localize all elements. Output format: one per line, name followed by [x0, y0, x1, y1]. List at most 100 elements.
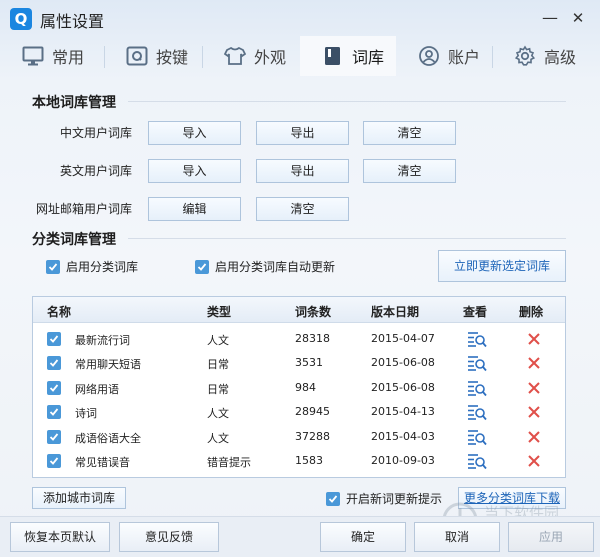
add-city-dictionary-button[interactable]: 添加城市词库	[32, 487, 126, 509]
cell-count: 3531	[295, 356, 323, 370]
row-checkbox[interactable]	[47, 454, 61, 468]
row-label-url-email: 网址邮箱用户词库	[35, 202, 132, 216]
dictionary-table: 名称 类型 词条数 版本日期 查看 删除 最新流行词 人文 28318 2015-04…	[32, 296, 566, 478]
export-chinese-button[interactable]: 导出	[256, 121, 349, 145]
clear-chinese-button[interactable]: 清空	[363, 121, 456, 145]
row-checkbox[interactable]	[47, 405, 61, 420]
cell-name: 网络用语	[75, 382, 119, 396]
col-name: 名称	[47, 305, 72, 319]
table-row[interactable]: 网络用语 日常 984 2015-06-08	[33, 376, 565, 400]
table-row[interactable]: 诗词 人文 28945 2015-04-13	[33, 400, 565, 424]
tab-advanced[interactable]: 高级	[492, 36, 600, 76]
cell-type: 日常	[207, 358, 229, 372]
delete-icon[interactable]	[527, 332, 541, 346]
cell-date: 2015-04-03	[371, 429, 435, 443]
ok-button[interactable]: 确定	[320, 522, 406, 552]
feedback-button[interactable]: 意见反馈	[119, 522, 219, 552]
tab-keys[interactable]: 按键	[104, 36, 202, 76]
view-icon[interactable]	[467, 452, 487, 470]
book-icon	[322, 45, 344, 67]
enable-category-checkbox[interactable]: 启用分类词库	[46, 258, 138, 275]
checkbox-checked-icon	[46, 259, 60, 274]
cell-date: 2010-09-03	[371, 454, 435, 467]
cancel-button[interactable]: 取消	[414, 522, 500, 552]
import-chinese-button[interactable]: 导入	[148, 121, 241, 145]
gear-icon	[514, 45, 536, 67]
close-button[interactable]: ✕	[568, 8, 588, 28]
tab-bar: 常用 按键 外观 词库 账户 高级	[0, 36, 600, 76]
section-title-local: 本地词库管理	[32, 95, 116, 111]
row-checkbox[interactable]	[47, 356, 61, 371]
checkbox-checked-icon	[326, 491, 340, 506]
table-row[interactable]: 常见错误音 错音提示 1583 2010-09-03	[33, 449, 565, 473]
col-view: 查看	[463, 305, 488, 319]
app-logo: Q	[10, 8, 32, 30]
tab-label: 外观	[254, 48, 287, 67]
delete-icon[interactable]	[527, 430, 541, 444]
tab-general[interactable]: 常用	[0, 36, 104, 76]
view-icon[interactable]	[467, 403, 487, 421]
cell-name: 常用聊天短语	[75, 358, 141, 372]
delete-icon[interactable]	[527, 454, 541, 468]
tab-appearance[interactable]: 外观	[202, 36, 300, 76]
cell-name: 诗词	[75, 407, 97, 421]
section-title-category: 分类词库管理	[32, 232, 116, 248]
cell-count: 37288	[295, 429, 330, 443]
checkbox-label: 启用分类词库自动更新	[215, 260, 336, 274]
auto-update-checkbox[interactable]: 启用分类词库自动更新	[195, 258, 335, 275]
cell-type: 日常	[207, 382, 229, 396]
cell-name: 常见错误音	[75, 456, 130, 469]
tshirt-icon	[224, 45, 246, 67]
clear-english-button[interactable]: 清空	[363, 159, 456, 183]
cell-type: 人文	[207, 334, 229, 347]
view-icon[interactable]	[467, 330, 487, 348]
cell-date: 2015-06-08	[371, 356, 435, 370]
apply-button[interactable]: 应用	[508, 522, 594, 552]
clear-url-email-button[interactable]: 清空	[256, 197, 349, 221]
tab-dictionary[interactable]: 词库	[300, 36, 396, 76]
cell-count: 28945	[295, 405, 330, 419]
checkbox-label: 开启新词更新提示	[346, 492, 443, 506]
view-icon[interactable]	[467, 354, 487, 372]
tab-label: 按键	[156, 48, 189, 67]
cell-name: 成语俗语大全	[75, 431, 141, 445]
user-icon	[418, 45, 440, 67]
table-row[interactable]: 成语俗语大全 人文 37288 2015-04-03	[33, 425, 565, 449]
new-word-prompt-checkbox[interactable]: 开启新词更新提示	[326, 490, 442, 507]
row-label-chinese: 中文用户词库	[59, 126, 132, 140]
tab-label: 账户	[448, 48, 481, 67]
col-delete: 删除	[519, 305, 544, 319]
checkbox-checked-icon	[195, 259, 209, 274]
delete-icon[interactable]	[527, 356, 541, 370]
cell-name: 最新流行词	[75, 334, 130, 347]
tab-label: 常用	[52, 48, 85, 67]
tab-label: 词库	[352, 48, 385, 67]
import-english-button[interactable]: 导入	[148, 159, 241, 183]
table-row[interactable]: 最新流行词 人文 28318 2015-04-07	[33, 327, 565, 351]
view-icon[interactable]	[467, 379, 487, 397]
cell-date: 2015-04-07	[371, 332, 435, 345]
export-english-button[interactable]: 导出	[256, 159, 349, 183]
edit-url-email-button[interactable]: 编辑	[148, 197, 241, 221]
table-header: 名称 类型 词条数 版本日期 查看 删除	[33, 297, 565, 323]
checkbox-label: 启用分类词库	[66, 260, 139, 274]
row-checkbox[interactable]	[47, 380, 61, 395]
row-checkbox[interactable]	[47, 429, 61, 444]
tab-account[interactable]: 账户	[396, 36, 492, 76]
cell-count: 1583	[295, 454, 323, 467]
window-title: 属性设置	[40, 12, 105, 31]
update-now-button[interactable]: 立即更新选定词库	[438, 250, 566, 282]
divider	[128, 101, 566, 102]
col-type: 类型	[207, 305, 232, 319]
restore-default-button[interactable]: 恢复本页默认	[10, 522, 110, 552]
view-icon[interactable]	[467, 428, 487, 446]
row-checkbox[interactable]	[47, 332, 61, 346]
title-bar: Q 属性设置 — ✕	[0, 0, 600, 36]
table-row[interactable]: 常用聊天短语 日常 3531 2015-06-08	[33, 351, 565, 375]
row-label-english: 英文用户词库	[59, 164, 132, 178]
more-dictionaries-download-link[interactable]: 更多分类词库下载	[458, 487, 566, 509]
minimize-button[interactable]: —	[540, 8, 560, 28]
cell-date: 2015-04-13	[371, 405, 435, 419]
delete-icon[interactable]	[527, 381, 541, 395]
delete-icon[interactable]	[527, 405, 541, 419]
